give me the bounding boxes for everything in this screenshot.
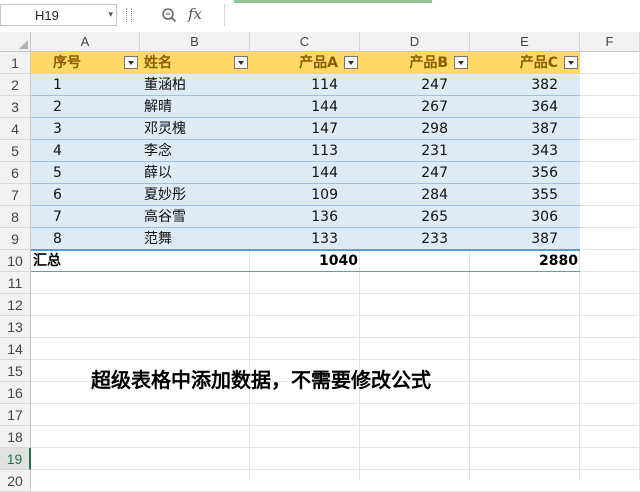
worksheet-grid[interactable]: ABCDEF 1 2 3 4 5 6 7 8 9 10 11 12 13 14 15 16 17 18 19 20 序… [0,32,640,492]
row-header-16[interactable]: 16 [0,382,31,404]
row-header-5[interactable]: 5 [0,140,31,162]
table-cell[interactable]: 144 [250,162,360,184]
row-header-10[interactable]: 10 [0,250,31,272]
total-product-a[interactable]: 1040 [250,250,360,272]
table-cell[interactable]: 247 [360,162,470,184]
table-cell[interactable]: 董涵柏 [140,74,250,96]
table-cell[interactable]: 267 [360,96,470,118]
select-all-icon [19,40,28,49]
table-cell[interactable]: 387 [470,118,580,140]
table-cell[interactable]: 284 [360,184,470,206]
table-cell[interactable]: 136 [250,206,360,228]
caption-text: 超级表格中添加数据，不需要修改公式 [91,368,431,392]
table-cell[interactable]: 144 [250,96,360,118]
table-cell[interactable]: 2 [31,96,140,118]
row-header-6[interactable]: 6 [0,162,31,184]
row-header-18[interactable]: 18 [0,426,31,448]
table-cell[interactable]: 343 [470,140,580,162]
table-cell[interactable]: 306 [470,206,580,228]
table-cell[interactable]: 113 [250,140,360,162]
table-cell[interactable]: 298 [360,118,470,140]
table-cell[interactable]: 387 [470,228,580,250]
filter-dropdown-icon[interactable] [564,56,578,69]
table-cell[interactable]: 3 [31,118,140,140]
select-all-button[interactable] [0,32,31,52]
table-cell[interactable]: 8 [31,228,140,250]
name-box[interactable]: H19 ▾ [0,4,117,26]
table-cell[interactable]: 邓灵槐 [140,118,250,140]
row-header-13[interactable]: 13 [0,316,31,338]
formula-bar-separator[interactable] [126,8,132,22]
row-header-8[interactable]: 8 [0,206,31,228]
table-cell[interactable]: 1 [31,74,140,96]
total-product-c[interactable]: 2880 [470,250,580,272]
row-header-2[interactable]: 2 [0,74,31,96]
row-gridline [31,425,640,426]
total-label[interactable]: 汇总 [33,250,61,272]
row-gridline [31,359,640,360]
table-cell[interactable]: 133 [250,228,360,250]
table-cell[interactable]: 解晴 [140,96,250,118]
row-header-20[interactable]: 20 [0,470,31,492]
row-header-7[interactable]: 7 [0,184,31,206]
row-header-9[interactable]: 9 [0,228,31,250]
row-header-14[interactable]: 14 [0,338,31,360]
table-cell[interactable]: 109 [250,184,360,206]
filter-dropdown-icon[interactable] [124,56,138,69]
table-cell[interactable]: 233 [360,228,470,250]
table-cell[interactable]: 李念 [140,140,250,162]
table-cell[interactable]: 355 [470,184,580,206]
row-gridline [31,403,640,404]
table-cell[interactable]: 382 [470,74,580,96]
row-header-19[interactable]: 19 [0,448,31,470]
fx-icon[interactable]: fx [188,5,202,23]
table-cell[interactable]: 范舞 [140,228,250,250]
chevron-down-icon[interactable]: ▾ [108,10,113,20]
row-header-1[interactable]: 1 [0,52,31,74]
table-cell[interactable]: 4 [31,140,140,162]
row-header-3[interactable]: 3 [0,96,31,118]
table-cell[interactable]: 147 [250,118,360,140]
name-box-value: H19 [35,8,59,23]
column-header-b[interactable]: B [140,32,250,52]
table-cell[interactable]: 5 [31,162,140,184]
table-cell[interactable]: 265 [360,206,470,228]
table-cell[interactable]: 7 [31,206,140,228]
ribbon-accent [234,0,432,3]
table-cell[interactable]: 6 [31,184,140,206]
column-header-a[interactable]: A [31,32,140,52]
table-cell[interactable]: 114 [250,74,360,96]
column-header-e[interactable]: E [470,32,580,52]
row-header-15[interactable]: 15 [0,360,31,382]
table-cell[interactable]: 356 [470,162,580,184]
column-header-d[interactable]: D [360,32,470,52]
row-header-12[interactable]: 12 [0,294,31,316]
table-cell[interactable]: 高谷雪 [140,206,250,228]
table-cell[interactable]: 364 [470,96,580,118]
row-header-17[interactable]: 17 [0,404,31,426]
filter-dropdown-icon[interactable] [344,56,358,69]
filter-dropdown-icon[interactable] [234,56,248,69]
row-header-11[interactable]: 11 [0,272,31,294]
formula-input[interactable] [224,4,640,26]
row-gridline [31,293,640,294]
row-gridline [31,315,640,316]
formula-bar: H19 ▾ fx [0,0,640,33]
row-gridline [31,469,640,470]
table-cell[interactable]: 247 [360,74,470,96]
table-cell[interactable]: 231 [360,140,470,162]
table-cell[interactable]: 夏妙彤 [140,184,250,206]
zoom-icon[interactable] [161,7,177,23]
row-header-4[interactable]: 4 [0,118,31,140]
column-header-f[interactable]: F [580,32,640,52]
table-cell[interactable]: 薛以 [140,162,250,184]
row-gridline [31,447,640,448]
filter-dropdown-icon[interactable] [454,56,468,69]
row-gridline [31,337,640,338]
column-header-c[interactable]: C [250,32,360,52]
